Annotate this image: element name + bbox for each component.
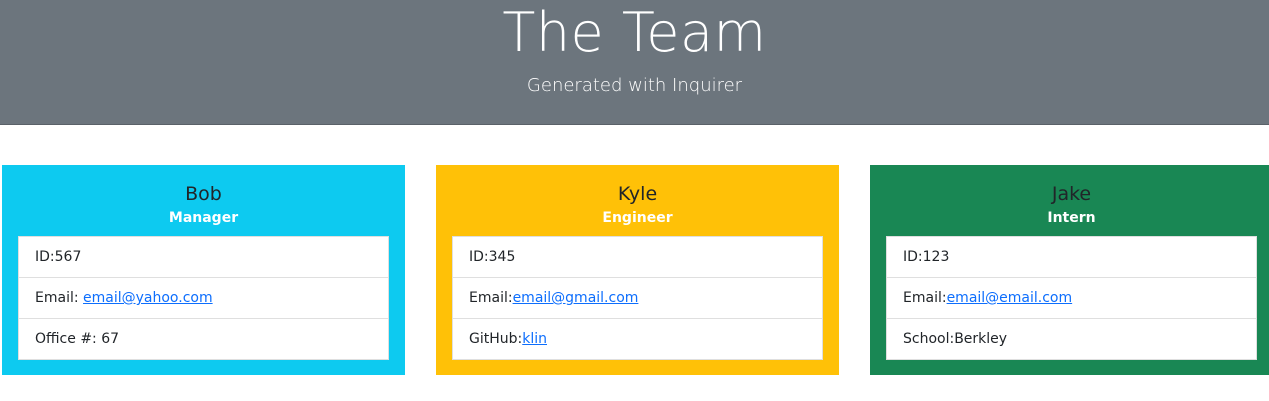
email-label: Email: (35, 290, 84, 306)
employee-name: Kyle (617, 183, 658, 205)
page-title: The Team (502, 1, 767, 64)
employee-school: School:Berkley (903, 331, 1008, 347)
employee-id: ID:345 (453, 237, 822, 278)
employee-id: ID:567 (19, 237, 388, 278)
github-link[interactable]: klin (522, 331, 547, 347)
email-label: Email: (469, 290, 513, 306)
employee-email-row: Email:email@email.com (887, 278, 1256, 319)
page-header: The Team Generated with Inquirer (0, 0, 1269, 125)
employee-details-list: ID:567 Email: email@yahoo.com Office #: … (18, 236, 389, 360)
employee-office-number: Office #: 67 (19, 319, 388, 359)
employee-name: Bob (185, 183, 222, 205)
employee-card-intern: Jake Intern ID:123 Email:email@email.com… (870, 165, 1269, 375)
employee-github-row: GitHub:klin (453, 319, 822, 359)
employee-id: ID:123 (887, 237, 1256, 278)
page-subtitle: Generated with Inquirer (526, 75, 743, 96)
email-link[interactable]: email@yahoo.com (83, 290, 213, 306)
email-link[interactable]: email@email.com (947, 290, 1073, 306)
employee-name: Jake (1051, 183, 1092, 205)
employee-details-list: ID:123 Email:email@email.com School:Berk… (886, 236, 1257, 360)
email-label: Email: (903, 290, 947, 306)
employee-role: Engineer (602, 210, 673, 226)
email-link[interactable]: email@gmail.com (513, 290, 639, 306)
employee-card-engineer: Kyle Engineer ID:345 Email:email@gmail.c… (436, 165, 839, 375)
employee-card-manager: Bob Manager ID:567 Email: email@yahoo.co… (2, 165, 405, 375)
employee-email-row: Email:email@gmail.com (453, 278, 822, 319)
office-number: Office #: 67 (35, 331, 120, 347)
employee-email-row: Email: email@yahoo.com (19, 278, 388, 319)
employee-role: Manager (168, 210, 239, 226)
employee-role: Intern (1047, 210, 1096, 226)
employee-details-list: ID:345 Email:email@gmail.com GitHub:klin (452, 236, 823, 360)
github-label: GitHub: (469, 331, 523, 347)
